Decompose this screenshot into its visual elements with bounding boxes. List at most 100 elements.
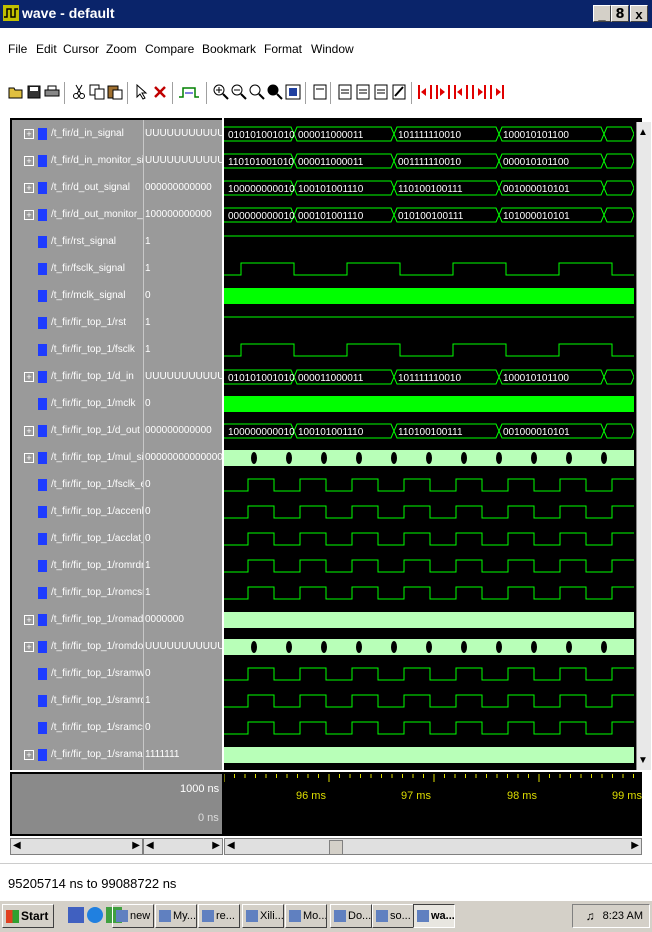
paste-icon[interactable] bbox=[106, 83, 123, 101]
signal-name[interactable]: /t_fir/fir_top_1/d_in bbox=[51, 371, 143, 382]
menu-edit[interactable]: Edit bbox=[36, 42, 57, 56]
names-horizontal-scrollbar[interactable]: ◀ ▶ bbox=[10, 838, 143, 855]
values-horizontal-scrollbar[interactable]: ◀ ▶ bbox=[143, 838, 223, 855]
task-button[interactable]: so... bbox=[372, 904, 414, 928]
signal-name[interactable]: /t_fir/fir_top_1/d_out bbox=[51, 425, 143, 436]
zoom-full-icon[interactable] bbox=[248, 83, 265, 101]
doc1-icon[interactable] bbox=[336, 83, 353, 101]
menu-compare[interactable]: Compare bbox=[145, 42, 194, 56]
zoom-in-icon[interactable] bbox=[212, 83, 229, 101]
signal-name[interactable]: /t_fir/fir_top_1/sramad bbox=[51, 749, 143, 760]
cursor-last-icon[interactable] bbox=[488, 83, 505, 101]
copy-icon[interactable] bbox=[88, 83, 105, 101]
scroll-left-arrow-icon[interactable]: ◀ bbox=[227, 840, 235, 851]
start-button[interactable]: Start bbox=[2, 904, 54, 928]
signal-name[interactable]: /t_fir/fir_top_1/romrdn_ bbox=[51, 560, 143, 571]
insert-icon[interactable] bbox=[311, 83, 328, 101]
scroll-left-arrow-icon[interactable]: ◀ bbox=[13, 840, 21, 851]
cursor-prev-icon[interactable] bbox=[434, 83, 451, 101]
maximize-button[interactable]: 8 bbox=[611, 5, 629, 22]
signal-name[interactable]: /t_fir/fir_top_1/mclk bbox=[51, 398, 143, 409]
menu-file[interactable]: File bbox=[8, 42, 27, 56]
edge-find-icon[interactable] bbox=[178, 83, 200, 101]
expand-toggle-icon[interactable]: + bbox=[24, 210, 34, 220]
scroll-right-arrow-icon[interactable]: ▶ bbox=[212, 840, 220, 851]
cursor-back-icon[interactable] bbox=[452, 83, 469, 101]
expand-toggle-icon[interactable]: + bbox=[24, 615, 34, 625]
task-button[interactable]: My... bbox=[155, 904, 197, 928]
signal-name[interactable]: /t_fir/d_in_monitor_sign bbox=[51, 155, 143, 166]
signal-name[interactable]: /t_fir/fir_top_1/fsclk_e bbox=[51, 479, 143, 490]
doc3-icon[interactable] bbox=[372, 83, 389, 101]
task-button[interactable]: wa... bbox=[413, 904, 455, 928]
signal-name[interactable]: /t_fir/d_out_signal bbox=[51, 182, 143, 193]
signal-name[interactable]: /t_fir/fir_top_1/romcsn_ bbox=[51, 587, 143, 598]
task-button[interactable]: re... bbox=[198, 904, 240, 928]
signal-name[interactable]: /t_fir/fir_top_1/acclat_ bbox=[51, 533, 143, 544]
scroll-down-arrow-icon[interactable]: ▼ bbox=[638, 756, 648, 766]
browser-quicklaunch-icon[interactable] bbox=[87, 907, 103, 923]
pointer-icon[interactable] bbox=[133, 83, 150, 101]
expand-toggle-icon[interactable]: + bbox=[24, 642, 34, 652]
signal-name[interactable]: /t_fir/fir_top_1/mul_sig bbox=[51, 452, 143, 463]
zoom-select-icon[interactable] bbox=[284, 83, 301, 101]
signal-name[interactable]: /t_fir/fir_top_1/sramrdr bbox=[51, 695, 143, 706]
expand-toggle-icon[interactable]: + bbox=[24, 129, 34, 139]
expand-toggle-icon[interactable]: + bbox=[24, 156, 34, 166]
title-bar[interactable]: wave - default _ 8 x bbox=[0, 0, 652, 28]
cursor-first-icon[interactable] bbox=[416, 83, 433, 101]
signal-name[interactable]: /t_fir/fir_top_1/romdou bbox=[51, 641, 143, 652]
toolbar-separator bbox=[127, 82, 129, 104]
doc-edit-icon[interactable] bbox=[390, 83, 407, 101]
scroll-right-arrow-icon[interactable]: ▶ bbox=[631, 840, 639, 851]
zoom-range-icon[interactable] bbox=[266, 83, 283, 101]
task-button[interactable]: new bbox=[112, 904, 154, 928]
signal-value: 0 bbox=[145, 533, 151, 544]
task-button[interactable]: Mo... bbox=[285, 904, 327, 928]
signal-name[interactable]: /t_fir/fir_top_1/fsclk bbox=[51, 344, 143, 355]
doc2-icon[interactable] bbox=[354, 83, 371, 101]
save-icon[interactable] bbox=[25, 83, 42, 101]
cursor-next-icon[interactable] bbox=[470, 83, 487, 101]
open-icon[interactable] bbox=[7, 83, 24, 101]
close-button[interactable]: x bbox=[630, 5, 648, 22]
task-button[interactable]: Xili... bbox=[242, 904, 284, 928]
scroll-thumb[interactable] bbox=[329, 840, 343, 855]
minimize-button[interactable]: _ bbox=[593, 5, 611, 22]
menu-cursor[interactable]: Cursor bbox=[63, 42, 99, 56]
delete-icon[interactable] bbox=[151, 83, 168, 101]
signal-name[interactable]: /t_fir/fir_top_1/accenb bbox=[51, 506, 143, 517]
expand-toggle-icon[interactable]: + bbox=[24, 750, 34, 760]
waveform-canvas[interactable]: 010101001010 000011000011 101111110010 1000… bbox=[224, 120, 634, 770]
signal-name[interactable]: /t_fir/fir_top_1/romadd bbox=[51, 614, 143, 625]
menu-format[interactable]: Format bbox=[264, 42, 302, 56]
scroll-left-arrow-icon[interactable]: ◀ bbox=[146, 840, 154, 851]
menu-window[interactable]: Window bbox=[311, 42, 354, 56]
signal-name[interactable]: /t_fir/d_in_signal bbox=[51, 128, 143, 139]
expand-toggle-icon[interactable]: + bbox=[24, 183, 34, 193]
menu-zoom[interactable]: Zoom bbox=[106, 42, 137, 56]
vertical-scrollbar[interactable]: ▲ ▼ bbox=[636, 122, 651, 770]
signal-name[interactable]: /t_fir/fsclk_signal bbox=[51, 263, 143, 274]
wave-horizontal-scrollbar[interactable]: ◀ ▶ bbox=[224, 838, 642, 855]
signal-name[interactable]: /t_fir/fir_top_1/sramcsr bbox=[51, 722, 143, 733]
expand-toggle-icon[interactable]: + bbox=[24, 372, 34, 382]
desktop-quicklaunch-icon[interactable] bbox=[68, 907, 84, 923]
cut-icon[interactable] bbox=[70, 83, 87, 101]
signal-name[interactable]: /t_fir/d_out_monitor_si bbox=[51, 209, 143, 220]
clock-trace bbox=[224, 721, 634, 735]
scroll-up-arrow-icon[interactable]: ▲ bbox=[638, 128, 648, 138]
task-button[interactable]: Do... bbox=[330, 904, 372, 928]
menu-bookmark[interactable]: Bookmark bbox=[202, 42, 256, 56]
signal-name[interactable]: /t_fir/fir_top_1/rst bbox=[51, 317, 143, 328]
expand-toggle-icon[interactable]: + bbox=[24, 453, 34, 463]
scroll-right-arrow-icon[interactable]: ▶ bbox=[132, 840, 140, 851]
print-icon[interactable] bbox=[43, 83, 60, 101]
signal-name[interactable]: /t_fir/fir_top_1/sramwr bbox=[51, 668, 143, 679]
zoom-out-icon[interactable] bbox=[230, 83, 247, 101]
volume-icon[interactable]: ♫ bbox=[586, 909, 595, 923]
expand-toggle-icon[interactable]: + bbox=[24, 426, 34, 436]
signal-name[interactable]: /t_fir/mclk_signal bbox=[51, 290, 143, 301]
signal-name[interactable]: /t_fir/rst_signal bbox=[51, 236, 143, 247]
task-app-icon bbox=[334, 910, 346, 922]
